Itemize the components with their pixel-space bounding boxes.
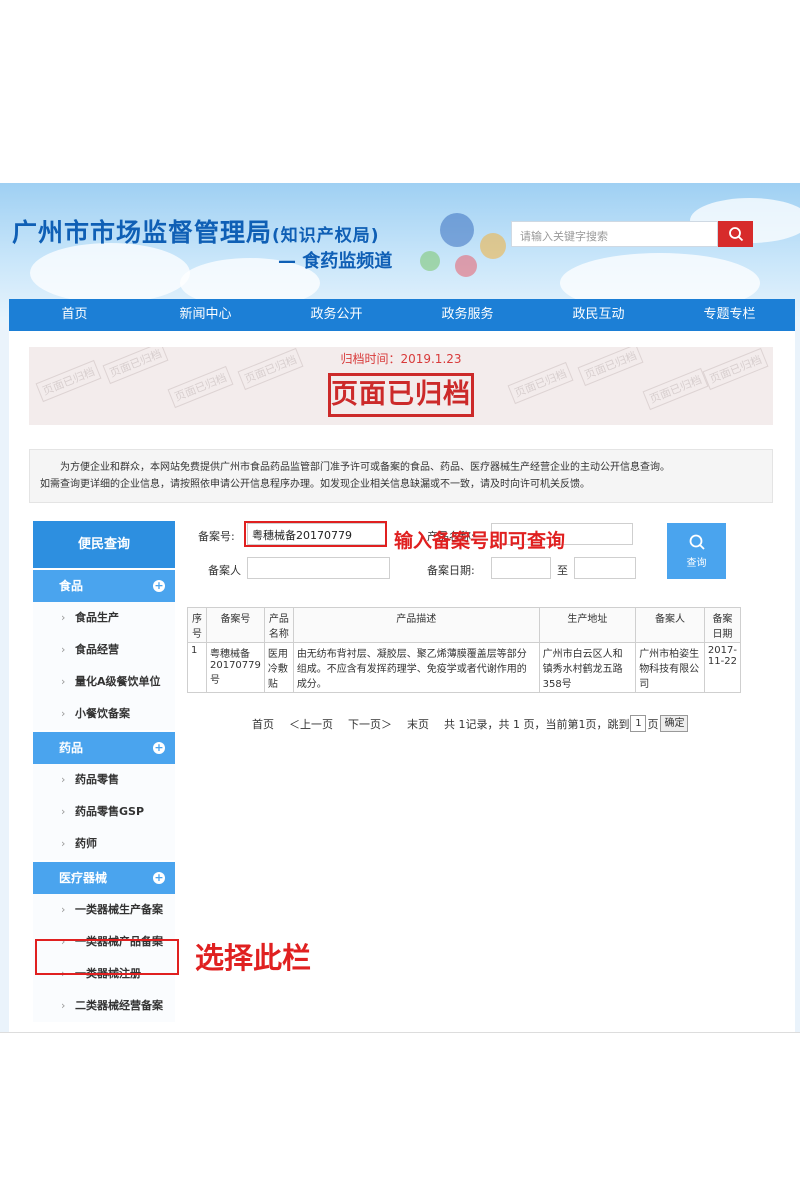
sidebar-item-class2-business[interactable]: 二类器械经营备案 (33, 990, 175, 1022)
results-table: 序号 备案号 产品名称 产品描述 生产地址 备案人 备案日期 1 粤穗械备201… (187, 607, 742, 693)
sidebar-section-device[interactable]: 医疗器械 + (33, 862, 175, 894)
sidebar-item-food-production[interactable]: 食品生产 (33, 602, 175, 634)
sidebar-header: 便民查询 (33, 521, 175, 568)
search-input[interactable]: 请输入关键字搜索 (511, 221, 718, 247)
pager-prev[interactable]: ＜上一页 (289, 716, 333, 732)
sidebar-section-label: 药品 (59, 741, 84, 755)
watermark: 页面已归档 (642, 367, 709, 411)
col-date: 备案日期 (703, 607, 742, 643)
nav-interaction[interactable]: 政民互动 (533, 299, 664, 331)
query-button[interactable]: 查询 (667, 523, 726, 579)
pager-last[interactable]: 末页 (407, 716, 429, 732)
cell-date: 2017-11-22 (703, 642, 742, 693)
sidebar-item-small-catering[interactable]: 小餐饮备案 (33, 698, 175, 730)
date-label: 备案日期: (427, 564, 475, 577)
pager-page-unit: 页 (647, 717, 659, 731)
annotation-record-box (244, 521, 387, 547)
annotation-query-hint: 输入备案号即可查询 (394, 530, 566, 552)
cell-index: 1 (187, 642, 207, 693)
col-description: 产品描述 (292, 607, 540, 643)
cell-address: 广州市白云区人和镇秀水村鹤龙五路358号 (538, 642, 637, 693)
sidebar-section-food[interactable]: 食品 + (33, 570, 175, 602)
search-icon (689, 534, 705, 550)
col-index: 序号 (187, 607, 207, 643)
sidebar-item-pharmacist[interactable]: 药师 (33, 828, 175, 860)
cell-record-no: 粤穗械备20170779号 (205, 642, 265, 693)
annotation-select-hint: 选择此栏 (195, 941, 312, 975)
pager-page-input[interactable]: 1 (630, 715, 647, 732)
nav-gov-service[interactable]: 政务服务 (402, 299, 533, 331)
filer-input[interactable] (247, 557, 390, 579)
site-title: 广州市市场监督管理局(知识产权局) (12, 213, 380, 249)
website-screenshot: 广州市市场监督管理局(知识产权局) — 食药监频道 请输入关键字搜索 首页 新闻… (0, 183, 800, 1033)
archive-banner: 页面已归档 页面已归档 页面已归档 页面已归档 页面已归档 页面已归档 页面已归… (29, 347, 773, 425)
notice-line-1: 为方便企业和群众，本网站免费提供广州市食品药品监管部门准予许可或备案的食品、药品… (60, 462, 670, 473)
nav-news[interactable]: 新闻中心 (140, 299, 271, 331)
nav-gov-open[interactable]: 政务公开 (271, 299, 402, 331)
notice-line-2: 如需查询更详细的企业信息，请按照依申请公开信息程序办理。如发现企业相关信息缺漏或… (40, 479, 590, 490)
page-bottom-divider (0, 1032, 800, 1033)
sidebar-section-label: 医疗器械 (59, 871, 108, 885)
archive-stamp: 页面已归档 (328, 373, 474, 417)
col-record-no: 备案号 (205, 607, 265, 643)
pager-confirm-button[interactable]: 确定 (660, 715, 689, 732)
watermark: 页面已归档 (507, 361, 574, 405)
sidebar-item-class1-production[interactable]: 一类器械生产备案 (33, 894, 175, 926)
record-no-label: 备案号: (198, 530, 235, 543)
col-address: 生产地址 (538, 607, 637, 643)
col-filer: 备案人 (635, 607, 705, 643)
search-icon (728, 227, 743, 242)
sidebar-item-drug-retail[interactable]: 药品零售 (33, 764, 175, 796)
sidebar-item-a-grade-catering[interactable]: 量化A级餐饮单位 (33, 666, 175, 698)
notice-box: 为方便企业和群众，本网站免费提供广州市食品药品监管部门准予许可或备案的食品、药品… (29, 449, 773, 503)
sidebar-item-drug-retail-gsp[interactable]: 药品零售GSP (33, 796, 175, 828)
pager-first[interactable]: 首页 (252, 716, 274, 732)
site-title-suffix: (知识产权局) (272, 226, 380, 246)
cell-description: 由无纺布背衬层、凝胶层、聚乙烯薄膜覆盖层等部分组成。不应含有发挥药理学、免疫学或… (292, 642, 540, 693)
table-row[interactable]: 1 粤穗械备20170779号 医用冷敷贴 由无纺布背衬层、凝胶层、聚乙烯薄膜覆… (187, 642, 742, 693)
pager-summary: 共 1记录，共 1 页，当前第1页，跳到 (444, 717, 630, 731)
archive-time: 归档时间：2019.1.23 (340, 352, 462, 366)
sidebar-item-food-business[interactable]: 食品经营 (33, 634, 175, 666)
nav-special[interactable]: 专题专栏 (664, 299, 795, 331)
search-button[interactable] (718, 221, 753, 247)
query-button-label: 查询 (686, 558, 707, 569)
date-to-label: 至 (557, 564, 568, 577)
main-nav: 首页 新闻中心 政务公开 政务服务 政民互动 专题专栏 (9, 299, 795, 331)
table-header-row: 序号 备案号 产品名称 产品描述 生产地址 备案人 备案日期 (187, 607, 742, 643)
col-product-name: 产品名称 (263, 607, 294, 643)
pager-next[interactable]: 下一页＞ (348, 716, 392, 732)
date-to-input[interactable] (574, 557, 636, 579)
watermark: 页面已归档 (167, 365, 234, 409)
site-title-text: 广州市市场监督管理局 (12, 218, 273, 247)
date-from-input[interactable] (491, 557, 551, 579)
main-content: 页面已归档 页面已归档 页面已归档 页面已归档 页面已归档 页面已归档 页面已归… (9, 331, 795, 1033)
expand-icon: + (153, 741, 165, 754)
expand-icon: + (153, 871, 165, 884)
sidebar-section-label: 食品 (59, 579, 84, 593)
filer-label: 备案人 (208, 564, 241, 577)
pagination: 首页 ＜上一页 下一页＞ 末页 共 1记录，共 1 页，当前第1页，跳到 1 页… (252, 715, 689, 732)
cell-product-name: 医用冷敷贴 (263, 642, 294, 693)
sidebar-section-drug[interactable]: 药品 + (33, 732, 175, 764)
site-subtitle: — 食药监频道 (278, 251, 393, 272)
annotation-select-box (35, 939, 179, 975)
expand-icon: + (153, 579, 165, 592)
cell-filer: 广州市柏姿生物科技有限公司 (635, 642, 705, 693)
nav-home[interactable]: 首页 (9, 299, 140, 331)
